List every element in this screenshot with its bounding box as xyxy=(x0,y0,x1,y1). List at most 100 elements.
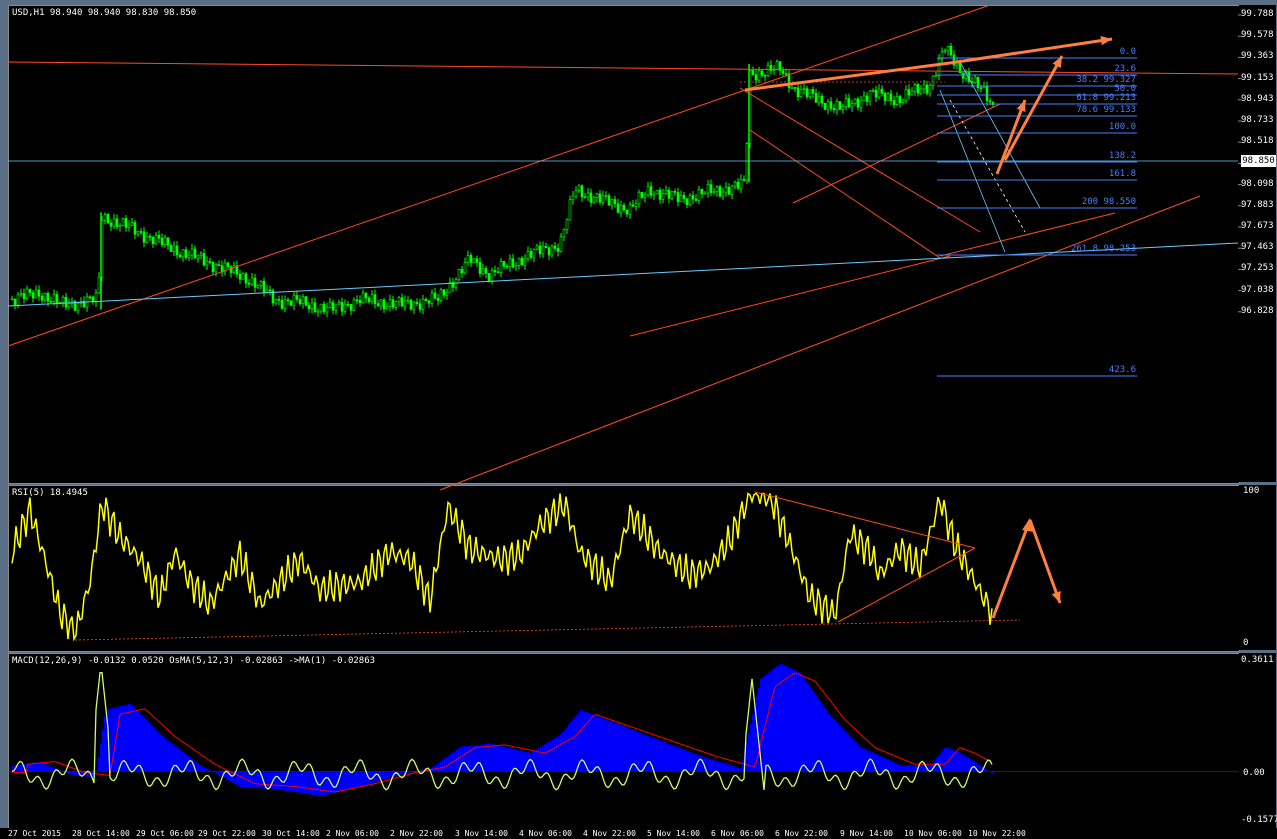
candle-body xyxy=(601,195,605,203)
macd-histogram-bar xyxy=(968,757,970,772)
candle-body xyxy=(934,75,938,77)
candle-body xyxy=(538,245,542,254)
macd-histogram-bar xyxy=(138,711,140,772)
candle-body xyxy=(124,218,128,228)
candle-body xyxy=(784,73,788,75)
macd-histogram-bar xyxy=(134,707,136,772)
candle-body xyxy=(973,76,977,83)
candle-body xyxy=(49,301,53,303)
candle-body xyxy=(712,191,716,194)
macd-histogram-bar xyxy=(310,771,312,795)
macd-histogram-bar xyxy=(490,743,492,772)
candle-body xyxy=(979,87,983,90)
macd-histogram-bar xyxy=(668,743,670,772)
macd-histogram-bar xyxy=(788,667,790,772)
candle-body xyxy=(331,302,335,311)
macd-histogram-bar xyxy=(486,744,488,772)
candle-body xyxy=(295,295,299,300)
macd-histogram-bar xyxy=(298,771,300,793)
candle-body xyxy=(874,89,878,98)
candle-body xyxy=(439,289,443,301)
rsi-down-arrow xyxy=(1028,519,1062,604)
macd-histogram-bar xyxy=(674,745,676,772)
candle-body xyxy=(646,186,650,196)
candle-body xyxy=(916,84,920,94)
candle-body xyxy=(796,87,800,97)
candle-body xyxy=(274,299,278,304)
price-tick-label: 97.038 xyxy=(1241,284,1274,295)
candle-body xyxy=(397,297,401,303)
macd-histogram-bar xyxy=(726,763,728,772)
candle-body xyxy=(892,100,896,106)
macd-histogram-bar xyxy=(892,761,894,772)
macd-histogram-bar xyxy=(888,759,890,772)
candle-body xyxy=(349,304,353,311)
candle-body xyxy=(334,303,338,311)
candle-body xyxy=(106,214,110,224)
candle-body xyxy=(67,303,71,308)
macd-histogram-bar xyxy=(520,750,522,772)
macd-histogram-bar xyxy=(562,731,564,772)
candle-body xyxy=(382,299,386,310)
macd-histogram-bar xyxy=(670,744,672,772)
macd-histogram-bar xyxy=(68,771,70,774)
macd-histogram-bar xyxy=(198,763,200,772)
macd-histogram-bar xyxy=(158,732,160,772)
macd-histogram-bar xyxy=(882,756,884,772)
candle-body xyxy=(301,296,305,305)
candle-body xyxy=(733,181,737,187)
macd-histogram-bar xyxy=(416,771,418,772)
macd-histogram-bar xyxy=(992,771,994,774)
candle-body xyxy=(577,185,581,191)
macd-histogram-bar xyxy=(308,771,310,795)
macd-histogram-bar xyxy=(582,710,584,772)
macd-histogram-bar xyxy=(266,771,268,789)
macd-histogram-bar xyxy=(444,758,446,772)
macd-histogram-bar xyxy=(282,771,284,791)
candle-body xyxy=(283,299,287,309)
candle-body xyxy=(835,101,839,111)
macd-histogram-bar xyxy=(390,771,392,778)
macd-histogram-bar xyxy=(544,744,546,772)
macd-histogram-bar xyxy=(324,771,326,796)
rsi-tick-0: 0 xyxy=(1243,638,1249,648)
macd-histogram-bar xyxy=(840,726,842,772)
candle-body xyxy=(826,101,830,110)
macd-histogram-bar xyxy=(502,746,504,772)
macd-histogram-bar xyxy=(854,740,856,772)
macd-histogram-bar xyxy=(610,721,612,772)
macd-histogram-bar xyxy=(290,771,292,792)
candle-body xyxy=(595,193,599,199)
rsi-header: RSI(5) 18.4945 xyxy=(12,488,88,498)
macd-histogram-bar xyxy=(658,739,660,772)
candle-body xyxy=(718,186,722,197)
macd-histogram-bar xyxy=(510,748,512,772)
candle-body xyxy=(883,92,887,101)
macd-histogram-bar xyxy=(558,735,560,772)
price-tick-label: 97.463 xyxy=(1241,242,1274,253)
macd-histogram-bar xyxy=(154,728,156,772)
macd-histogram-bar xyxy=(480,744,482,772)
candle-body xyxy=(238,273,242,280)
macd-histogram-bar xyxy=(200,765,202,772)
candle-body xyxy=(766,64,770,77)
candle-body xyxy=(613,199,617,205)
macd-histogram-bar xyxy=(536,749,538,772)
macd-histogram-bar xyxy=(810,687,812,772)
candle-body xyxy=(988,100,992,103)
price-tick-label: 96.828 xyxy=(1241,305,1274,316)
macd-histogram-bar xyxy=(956,751,958,772)
macd-histogram-bar xyxy=(342,771,344,791)
candle-body xyxy=(472,258,476,263)
candle-body xyxy=(373,294,377,304)
macd-histogram-bar xyxy=(606,719,608,772)
macd-histogram-bar xyxy=(836,722,838,772)
candle-body xyxy=(61,296,65,303)
candle-body xyxy=(982,86,986,89)
candle-body xyxy=(127,224,131,228)
candle-body xyxy=(859,100,863,108)
candle-body xyxy=(307,304,311,310)
candle-body xyxy=(604,195,608,197)
macd-histogram-bar xyxy=(346,771,348,791)
macd-histogram-bar xyxy=(376,771,378,782)
